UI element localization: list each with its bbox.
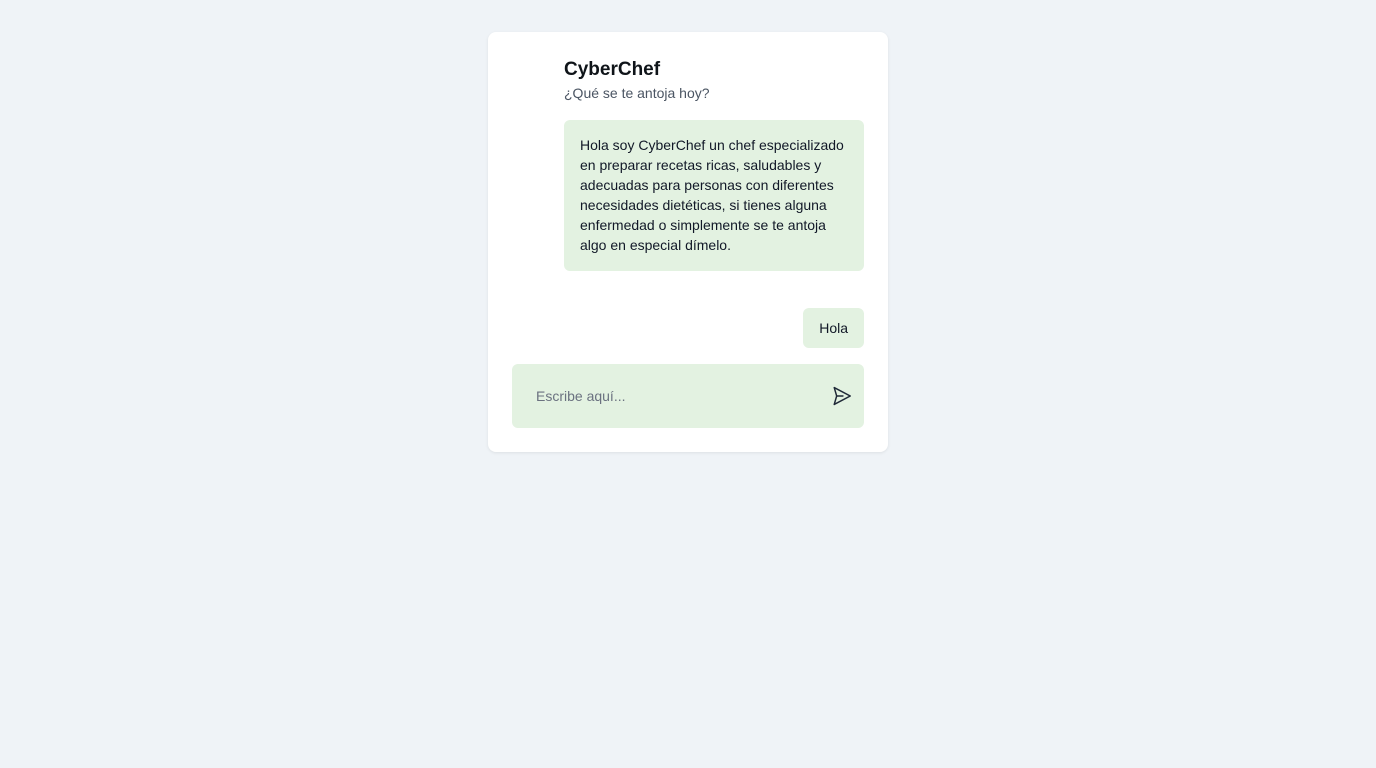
chat-header: CyberChef ¿Qué se te antoja hoy?	[564, 58, 710, 103]
chat-subtitle: ¿Qué se te antoja hoy?	[564, 85, 710, 101]
message-composer	[512, 364, 864, 428]
user-message: Hola	[803, 308, 864, 348]
chat-card: CyberChef ¿Qué se te antoja hoy? Hola so…	[488, 32, 888, 452]
send-button[interactable]	[830, 384, 854, 408]
send-icon	[833, 386, 851, 406]
chat-title: CyberChef	[564, 59, 661, 80]
bot-message: Hola soy CyberChef un chef especializado…	[564, 120, 864, 271]
message-input[interactable]	[536, 386, 806, 406]
